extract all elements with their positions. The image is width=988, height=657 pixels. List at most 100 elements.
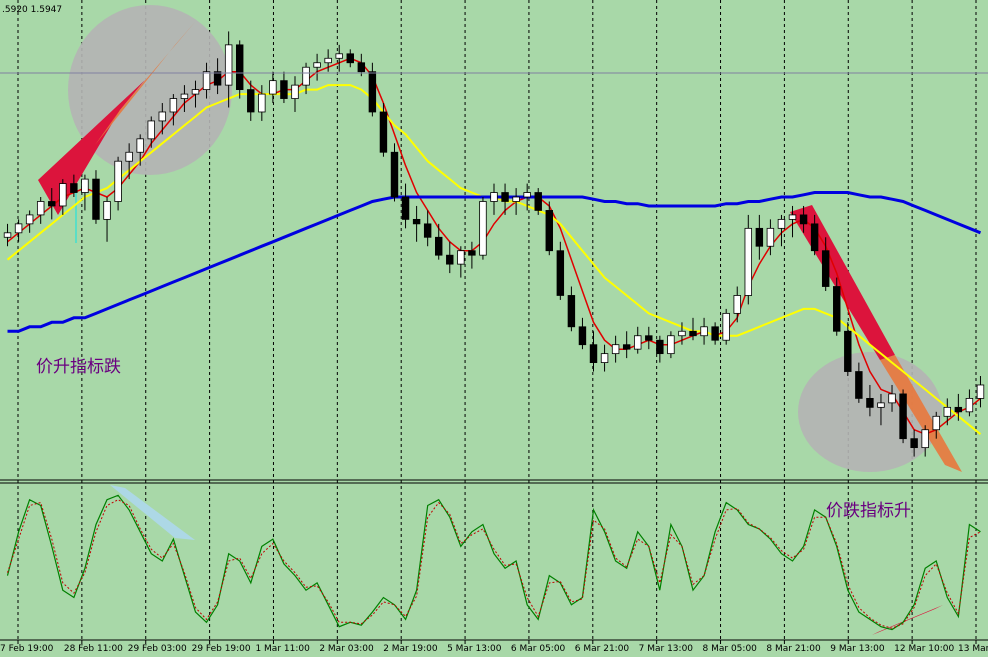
candle-body [810, 223, 819, 252]
candle-body [733, 295, 741, 314]
candle-body [755, 227, 764, 247]
candle-body [777, 218, 786, 229]
candle-body [954, 406, 963, 413]
x-tick-label: 29 Feb 03:00 [128, 644, 187, 653]
candle-body [224, 44, 233, 86]
candle-body [866, 397, 874, 408]
candle-body [136, 138, 144, 153]
candle-body [534, 192, 542, 211]
candle [390, 143, 399, 202]
candle-body [600, 353, 609, 363]
x-tick-label: 12 Mar 10:00 [894, 644, 954, 653]
candle-body [302, 66, 310, 86]
candle-body [943, 406, 952, 417]
candle-body [235, 44, 244, 91]
candle-body [114, 160, 122, 202]
candle-body [645, 335, 653, 341]
candle-body [335, 53, 343, 59]
candle-body [390, 151, 399, 198]
candle-body [976, 384, 985, 399]
candle-body [589, 344, 598, 363]
candle-body [291, 84, 299, 99]
candle-body [269, 80, 277, 95]
x-tick-label: 1 Mar 11:00 [255, 644, 310, 653]
candle-body [523, 192, 531, 198]
candle-body [656, 339, 664, 355]
x-tick-label: 28 Feb 11:00 [64, 644, 123, 653]
candle [833, 277, 841, 336]
candle [722, 308, 730, 345]
candle-body [258, 93, 266, 113]
x-tick-label: 6 Mar 05:00 [511, 644, 566, 653]
candle-body [423, 223, 432, 238]
candle-body [821, 250, 830, 287]
candle-body [158, 111, 167, 122]
candle-body [479, 201, 487, 256]
candle-body [92, 178, 100, 220]
candle-body [412, 218, 421, 225]
candle-body [280, 80, 288, 99]
x-tick-label: 9 Mar 13:00 [830, 644, 885, 653]
price-header: .5920 1.5947 [2, 5, 62, 15]
candle-body [247, 89, 255, 113]
candle-body [634, 335, 642, 350]
x-tick-label: 5 Mar 13:00 [447, 644, 502, 653]
candle-body [700, 326, 708, 337]
x-tick-label: 7 Mar 13:00 [639, 644, 694, 653]
candle-body [501, 192, 509, 202]
candle-body [578, 326, 587, 346]
candle-body [3, 232, 12, 238]
candle-body [48, 201, 56, 207]
chart-root: .5920 1.5947 价升指标跌 价跌指标升 7 Feb 19:00 28 F… [0, 0, 988, 654]
candle-body [567, 295, 576, 328]
x-tick-label: 29 Feb 19:00 [192, 644, 251, 653]
candle-body [744, 227, 753, 296]
candle-body [910, 438, 918, 449]
x-tick-label: 7 Feb 19:00 [0, 644, 54, 653]
candle-body [401, 196, 410, 220]
candle-body [799, 214, 808, 225]
candle [899, 389, 907, 444]
candle [556, 241, 565, 300]
candle-body [490, 192, 498, 202]
candle-body [622, 344, 631, 350]
candle-body [689, 330, 697, 337]
candle-body [36, 201, 45, 216]
candle-body [678, 330, 686, 337]
candle-body [202, 71, 211, 91]
candle-body [368, 71, 377, 113]
candle-body [788, 214, 797, 220]
x-tick-label: 8 Mar 05:00 [703, 644, 758, 653]
candle-body [147, 120, 155, 140]
candle-body [81, 178, 89, 193]
candle-body [844, 330, 852, 372]
x-tick-label: 2 Mar 03:00 [319, 644, 374, 653]
candle-body [346, 53, 354, 64]
candle-body [103, 201, 111, 220]
chart-svg: .5920 1.5947 价升指标跌 价跌指标升 7 Feb 19:00 28 F… [0, 0, 988, 654]
x-tick-label: 2 Mar 19:00 [383, 644, 438, 653]
candle-body [14, 223, 23, 234]
candle-body [711, 326, 719, 341]
candle-body [545, 210, 553, 252]
candle-body [70, 183, 78, 193]
candle-body [556, 250, 565, 296]
candle-body [324, 57, 332, 64]
candle-body [965, 397, 974, 413]
candle-body [611, 344, 620, 355]
candle-body [932, 415, 940, 431]
candle-body [125, 151, 133, 162]
x-tick-label: 8 Mar 21:00 [766, 644, 821, 653]
candle-body [379, 111, 388, 153]
candle-body [457, 250, 465, 265]
candle-body [191, 89, 200, 95]
candle-body [59, 183, 67, 207]
candle-body [468, 250, 476, 256]
candle-body [446, 254, 454, 265]
candle-body [766, 227, 775, 247]
x-tick-label: 6 Mar 21:00 [575, 644, 630, 653]
candle-body [855, 371, 863, 399]
candle-body [899, 393, 907, 440]
candle-body [435, 236, 443, 256]
candle-body [213, 71, 222, 86]
